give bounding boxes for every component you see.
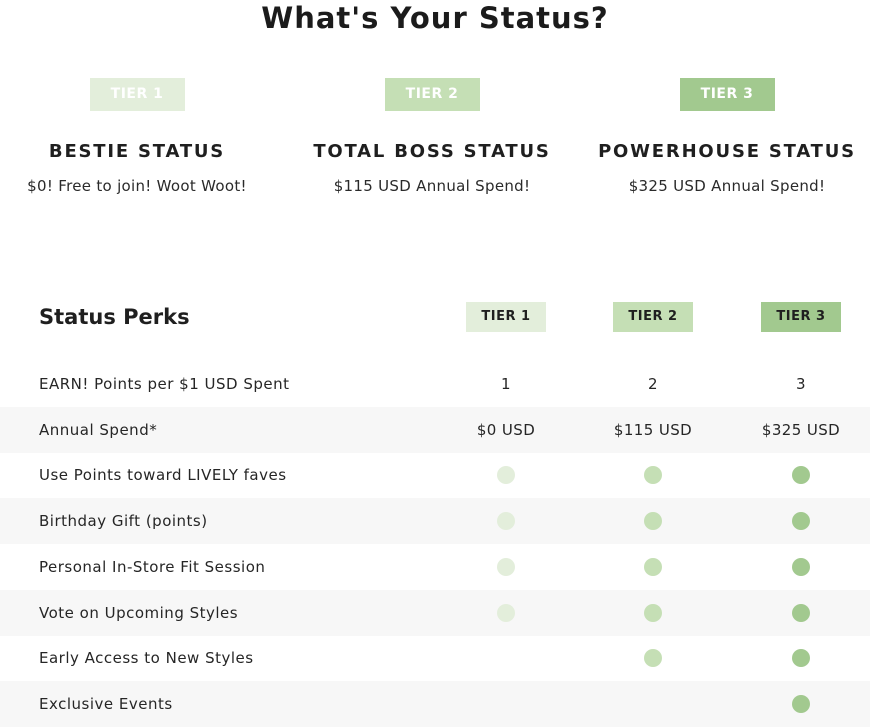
included-dot-icon [644,649,662,668]
perk-cell-tier-3 [746,544,856,590]
page-title: What's Your Status? [261,1,609,35]
perk-label: Birthday Gift (points) [39,512,208,531]
tier-1-spend: $0! Free to join! Woot Woot! [27,177,247,195]
perk-label: Personal In-Store Fit Session [39,557,266,576]
perk-cell-tier-2 [598,544,708,590]
included-dot-icon [792,512,810,531]
perk-label: Exclusive Events [39,695,173,714]
included-dot-icon [792,695,810,714]
perk-cell-tier-2 [598,453,708,499]
included-dot-icon [792,603,810,622]
perks-header-tier-1: TIER 1 [466,302,546,332]
perk-cell-tier-2 [598,681,708,727]
perk-cell-tier-1 [451,681,561,727]
perk-cell-tier-3 [746,590,856,636]
included-dot-icon [497,466,515,485]
tier-3-summary: TIER 3 POWERHOUSE STATUS $325 USD Annual… [587,78,867,196]
perk-label: Annual Spend* [39,420,158,439]
tier-2-name: TOTAL BOSS STATUS [313,141,551,162]
included-dot-icon [644,466,662,485]
perk-cell-tier-3 [746,681,856,727]
included-dot-icon [792,466,810,485]
included-dot-icon [497,557,515,576]
perk-cell-tier-2 [598,498,708,544]
included-dot-icon [792,649,810,668]
perk-cell-tier-3 [746,498,856,544]
perk-label: Use Points toward LIVELY faves [39,466,287,485]
tier-2-badge: TIER 2 [384,78,480,111]
perk-row: Annual Spend* $0 USD $115 USD $325 USD [0,406,870,453]
perks-table: EARN! Points per $1 USD Spent 1 2 3 Annual S… [0,361,870,727]
perk-cell-tier-1 [451,453,561,499]
tier-3-badge: TIER 3 [679,78,775,111]
perk-row: Vote on Upcoming Styles [0,589,870,636]
perk-value-tier-2: 2 [648,374,658,393]
included-dot-icon [644,603,662,622]
included-dot-icon [644,557,662,576]
perk-value-tier-1: $0 USD [476,420,536,439]
perk-value-tier-1: 1 [501,374,511,393]
perk-cell-tier-1 [451,590,561,636]
perk-value-tier-3: 3 [796,374,806,393]
tier-1-badge: TIER 1 [89,78,185,111]
perk-row: Personal In-Store Fit Session [0,544,870,590]
perk-cell-tier-1 [451,498,561,544]
tier-1-name: BESTIE STATUS [48,141,226,162]
included-dot-icon [644,512,662,531]
tier-3-spend: $325 USD Annual Spend! [628,177,826,195]
perk-cell-tier-1 [451,544,561,590]
included-dot-icon [497,512,515,531]
perk-row: Birthday Gift (points) [0,498,870,544]
tier-2-spend: $115 USD Annual Spend! [333,177,531,195]
perk-row: Early Access to New Styles [0,636,870,682]
perk-value-tier-3: $325 USD [761,420,841,439]
perks-header-tier-2: TIER 2 [613,302,693,332]
tier-1-summary: TIER 1 BESTIE STATUS $0! Free to join! W… [0,78,277,196]
perk-label: Vote on Upcoming Styles [39,603,239,622]
perk-label: Early Access to New Styles [39,649,254,668]
perk-row: Use Points toward LIVELY faves [0,453,870,499]
perks-title: Status Perks [39,305,190,329]
perk-cell-tier-1 [451,636,561,682]
perks-header-tier-3: TIER 3 [761,302,841,332]
included-dot-icon [497,603,515,622]
perk-cell-tier-2 [598,636,708,682]
perk-cell-tier-3 [746,453,856,499]
perk-cell-tier-2 [598,590,708,636]
perk-row: Exclusive Events [0,681,870,727]
tier-3-name: POWERHOUSE STATUS [598,141,856,162]
tier-2-summary: TIER 2 TOTAL BOSS STATUS $115 USD Annual… [292,78,572,196]
perk-value-tier-2: $115 USD [613,420,693,439]
perk-row: EARN! Points per $1 USD Spent 1 2 3 [0,361,870,407]
included-dot-icon [792,557,810,576]
perk-cell-tier-3 [746,636,856,682]
perk-label: EARN! Points per $1 USD Spent [39,374,290,393]
